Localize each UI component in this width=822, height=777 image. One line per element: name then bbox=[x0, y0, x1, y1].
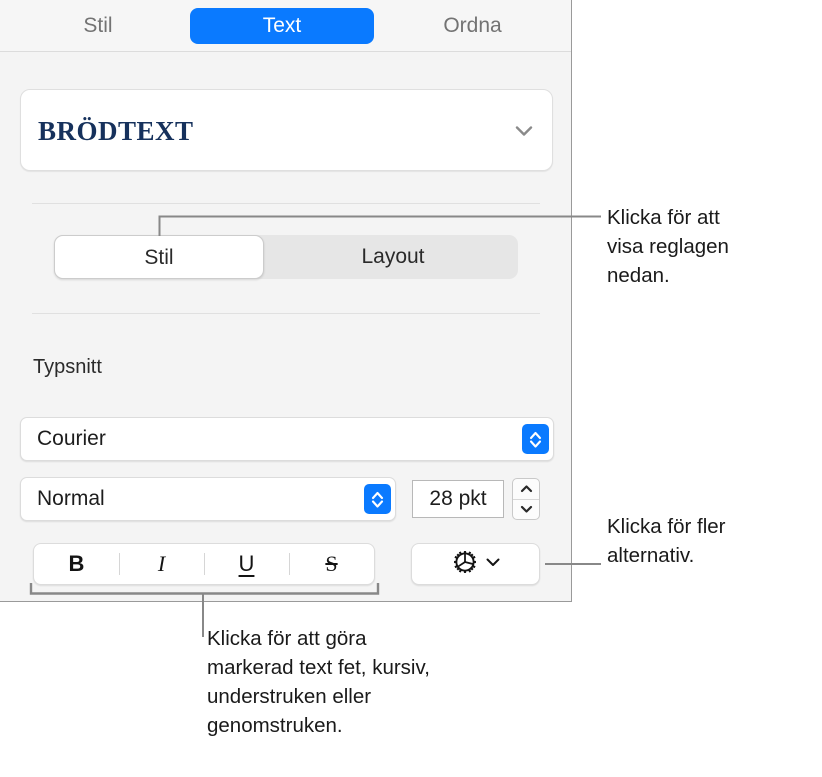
leader-line-top bbox=[158, 215, 601, 236]
callout-text-format-buttons: Klicka för att göra markerad text fet, k… bbox=[207, 627, 430, 737]
leader-bracket-bottom bbox=[29, 583, 380, 595]
callout-text-show-controls: Klicka för att visa reglagen nedan. bbox=[607, 206, 729, 287]
callout-text-more-options: Klicka för fler alternativ. bbox=[607, 515, 726, 567]
